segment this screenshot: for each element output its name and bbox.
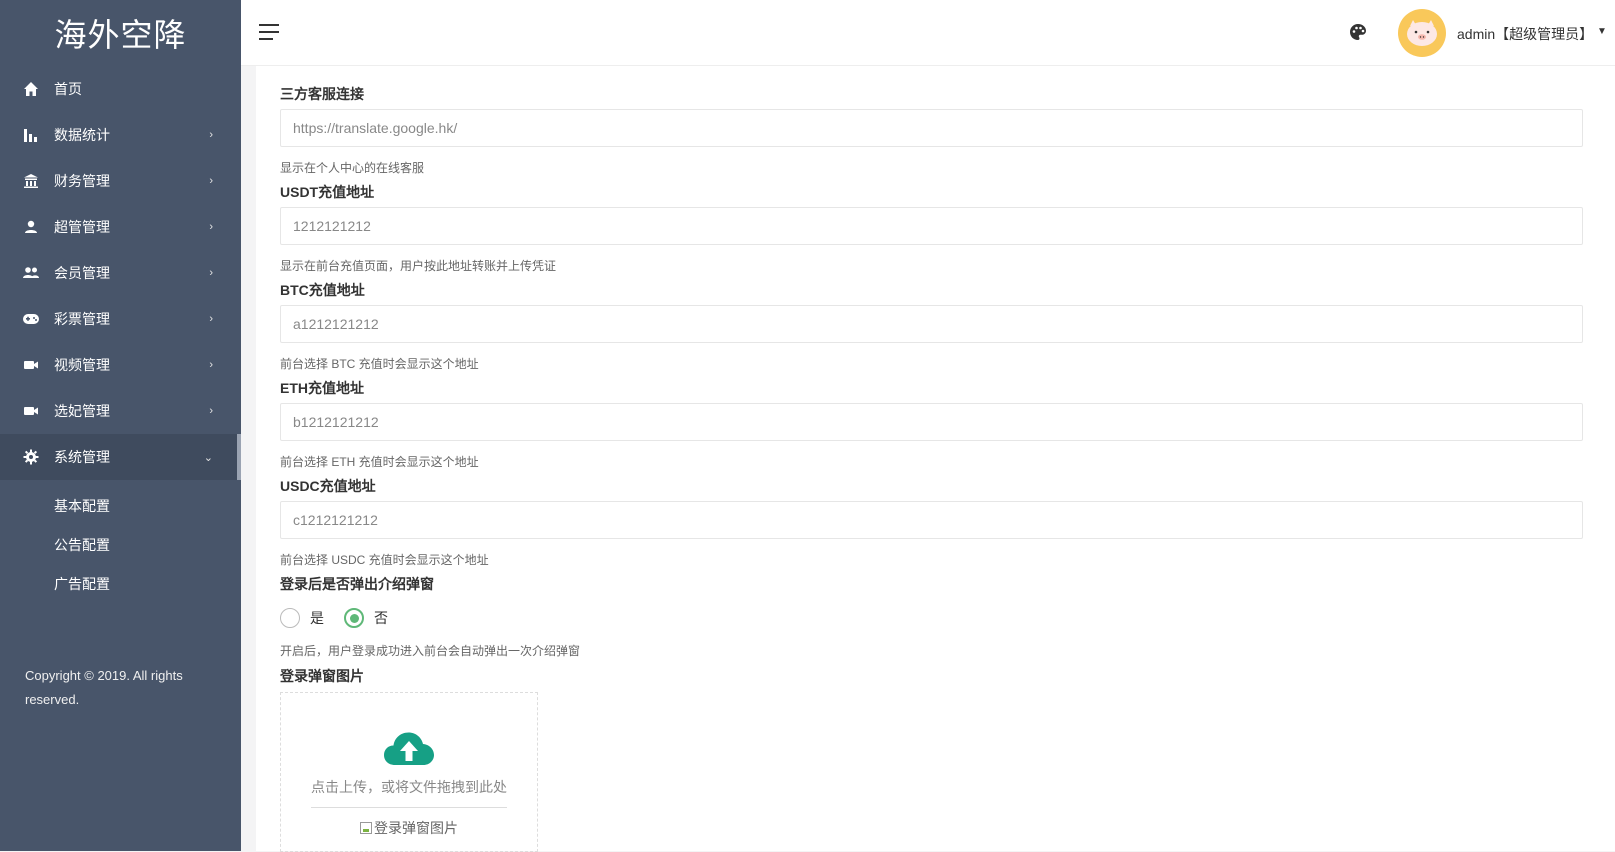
field-help: 显示在前台充值页面，用户按此地址转账并上传凭证	[280, 259, 557, 273]
submenu-item-notice-config[interactable]: 公告配置	[0, 525, 241, 564]
form-field-popup-image: 登录弹窗图片 点击上传，或将文件拖拽到此处 登录弹窗图片	[280, 666, 1583, 852]
upload-hint-text: 点击上传，或将文件拖拽到此处	[311, 779, 507, 795]
chevron-right-icon: ›	[209, 313, 213, 325]
video-icon	[22, 402, 40, 420]
chevron-right-icon: ›	[209, 267, 213, 279]
menu-toggle-icon[interactable]	[259, 24, 279, 40]
form-field-usdc: USDC充值地址 c1212121212 前台选择 USDC 充值时会显示这个地…	[280, 476, 1583, 568]
form-field-usdt: USDT充值地址 1212121212 显示在前台充值页面，用户按此地址转账并上…	[280, 182, 1583, 274]
field-help: 开启后，用户登录成功进入前台会自动弹出一次介绍弹窗	[280, 644, 581, 658]
sidebar-item-concubine[interactable]: 选妃管理 ›	[0, 388, 241, 434]
sidebar-item-label: 首页	[54, 81, 82, 97]
field-label: 登录后是否弹出介绍弹窗	[280, 576, 434, 592]
sidebar-submenu-system: 基本配置 公告配置 广告配置	[0, 480, 241, 611]
sidebar-item-admins[interactable]: 超管管理 ›	[0, 204, 241, 250]
copyright-text: Copyright © 2019. All rights reserved.	[25, 668, 183, 707]
sidebar-item-label: 视频管理	[54, 357, 110, 373]
sidebar-item-label: 财务管理	[54, 173, 110, 189]
sidebar-item-label: 系统管理	[54, 449, 110, 465]
users-icon	[22, 264, 40, 282]
avatar[interactable]	[1398, 9, 1446, 57]
sidebar-item-label: 选妃管理	[54, 403, 110, 419]
gamepad-icon	[22, 310, 40, 328]
field-label: USDC充值地址	[280, 478, 376, 494]
chevron-right-icon: ›	[209, 129, 213, 141]
field-label: USDT充值地址	[280, 184, 375, 200]
caret-down-icon[interactable]: ▼	[1597, 26, 1607, 37]
sidebar-item-lottery[interactable]: 彩票管理 ›	[0, 296, 241, 342]
sidebar: 海外空降 首页 数据统计 › 财务管理 › 超管管理 › 会员管理 › 彩票管理…	[0, 0, 241, 851]
field-label: BTC充值地址	[280, 282, 365, 298]
radio-no[interactable]: 否	[344, 608, 388, 628]
gear-icon	[22, 448, 40, 466]
cloud-upload-icon	[384, 732, 434, 765]
radio-label: 是	[310, 610, 324, 626]
settings-form: 三方客服连接 https://translate.google.hk/ 显示在个…	[256, 66, 1615, 852]
palette-icon[interactable]	[1349, 23, 1369, 43]
app-logo: 海外空降	[54, 16, 187, 54]
radio-circle[interactable]	[280, 608, 300, 628]
sidebar-item-system[interactable]: 系统管理 ⌄	[0, 434, 241, 480]
image-alt-text: 登录弹窗图片	[374, 820, 458, 836]
radio-yes[interactable]: 是	[280, 608, 324, 628]
usdt-address-input[interactable]: 1212121212	[280, 207, 1583, 245]
btc-address-input[interactable]: a1212121212	[280, 305, 1583, 343]
submenu-item-basic-config[interactable]: 基本配置	[0, 486, 241, 525]
sidebar-item-home[interactable]: 首页	[0, 66, 241, 112]
submenu-item-ad-config[interactable]: 广告配置	[0, 564, 241, 603]
chevron-right-icon: ›	[209, 405, 213, 417]
top-header: admin【超级管理员】 ▼	[241, 0, 1615, 66]
sidebar-item-finance[interactable]: 财务管理 ›	[0, 158, 241, 204]
form-field-login-popup: 登录后是否弹出介绍弹窗 是 否 开启后，用户登录成功进入前台会自动弹出一次介绍弹…	[280, 574, 1583, 659]
bank-icon	[22, 172, 40, 190]
chevron-down-icon: ⌄	[203, 451, 213, 464]
field-label: 登录弹窗图片	[280, 668, 364, 684]
form-field-customer-service: 三方客服连接 https://translate.google.hk/ 显示在个…	[280, 84, 1583, 176]
broken-image-icon	[360, 822, 372, 834]
video-icon	[22, 356, 40, 374]
user-menu-label[interactable]: admin【超级管理员】	[1457, 24, 1593, 44]
chevron-right-icon: ›	[209, 175, 213, 187]
sidebar-menu: 首页 数据统计 › 财务管理 › 超管管理 › 会员管理 › 彩票管理 › 视频…	[0, 66, 241, 480]
usdc-address-input[interactable]: c1212121212	[280, 501, 1583, 539]
popup-radio-group: 是 否	[280, 606, 1583, 630]
bar-chart-icon	[22, 126, 40, 144]
field-label: ETH充值地址	[280, 380, 364, 396]
chevron-right-icon: ›	[209, 221, 213, 233]
user-icon	[22, 218, 40, 236]
form-field-btc: BTC充值地址 a1212121212 前台选择 BTC 充值时会显示这个地址	[280, 280, 1583, 372]
image-upload-dropzone[interactable]: 点击上传，或将文件拖拽到此处 登录弹窗图片	[280, 692, 538, 852]
customer-service-url-input[interactable]: https://translate.google.hk/	[280, 109, 1583, 147]
sidebar-item-videos[interactable]: 视频管理 ›	[0, 342, 241, 388]
sidebar-item-label: 数据统计	[54, 127, 110, 143]
radio-label: 否	[374, 610, 388, 626]
sidebar-item-label: 彩票管理	[54, 311, 110, 327]
field-help: 前台选择 ETH 充值时会显示这个地址	[280, 455, 479, 469]
sidebar-item-members[interactable]: 会员管理 ›	[0, 250, 241, 296]
popup-image-preview: 登录弹窗图片	[360, 818, 458, 838]
field-help: 前台选择 USDC 充值时会显示这个地址	[280, 553, 489, 567]
field-help: 显示在个人中心的在线客服	[280, 161, 425, 175]
chevron-right-icon: ›	[209, 359, 213, 371]
field-help: 前台选择 BTC 充值时会显示这个地址	[280, 357, 479, 371]
sidebar-item-stats[interactable]: 数据统计 ›	[0, 112, 241, 158]
upload-divider	[311, 807, 507, 808]
form-field-eth: ETH充值地址 b1212121212 前台选择 ETH 充值时会显示这个地址	[280, 378, 1583, 470]
home-icon	[22, 80, 40, 98]
radio-circle[interactable]	[344, 608, 364, 628]
eth-address-input[interactable]: b1212121212	[280, 403, 1583, 441]
sidebar-item-label: 会员管理	[54, 265, 110, 281]
sidebar-item-label: 超管管理	[54, 219, 110, 235]
field-label: 三方客服连接	[280, 86, 364, 102]
